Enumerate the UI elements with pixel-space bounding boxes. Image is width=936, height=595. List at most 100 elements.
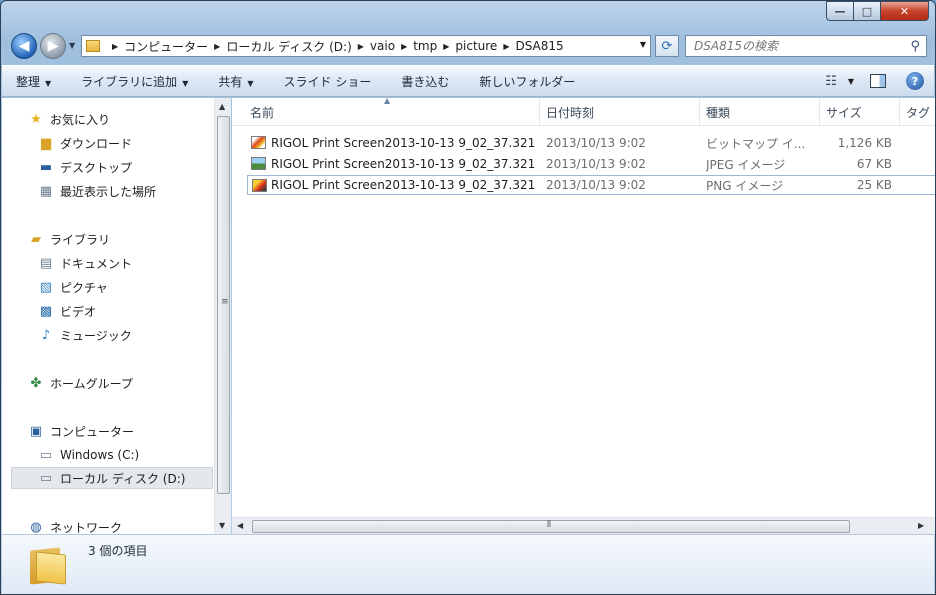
maximize-button[interactable]: □ [854,1,881,21]
file-date: 2013/10/13 9:02 [546,157,646,171]
address-bar[interactable]: ▶ コンピューター ▶ ローカル ディスク (D:) ▶ vaio ▶ tmp … [81,35,651,57]
nav-computer-label: コンピューター [50,424,135,439]
breadcrumb-separator-icon[interactable]: ▶ [443,42,449,51]
item-count: 3 個の項目 [88,544,148,558]
forward-button[interactable]: ▶ [40,33,66,59]
nav-favorites[interactable]: ★ お気に入り [28,108,110,130]
search-box[interactable]: ⚲ [685,35,927,57]
search-input[interactable] [694,39,894,53]
share-label: 共有 [218,74,243,89]
file-row[interactable]: RIGOL Print Screen2013-10-13 9_02_37.321… [247,175,935,195]
recent-places-icon: ▦ [39,183,53,199]
explorer-window: — □ ✕ ◀ ▶ ▼ ▶ コンピューター ▶ ローカル ディスク (D:) ▶… [0,0,936,595]
nav-recent-label: 最近表示した場所 [60,184,157,199]
nav-homegroup[interactable]: ✤ ホームグループ [28,372,133,394]
add-to-library-menu[interactable]: ライブラリに追加 ▼ [81,73,188,90]
nav-videos-label: ビデオ [60,304,97,319]
nav-pictures[interactable]: ▧ ピクチャ [38,276,108,298]
nav-videos[interactable]: ▩ ビデオ [38,300,96,322]
organize-label: 整理 [16,74,41,89]
folder-icon [86,40,100,52]
column-tags[interactable]: タグ [900,98,935,126]
nav-libraries[interactable]: ▰ ライブラリ [28,228,110,250]
scroll-down-icon[interactable]: ▼ [219,521,225,530]
folder-icon [30,545,66,585]
back-button[interactable]: ◀ [11,33,37,59]
refresh-icon: ⟳ [661,38,673,54]
column-header: ▲ 名前 日付時刻 種類 サイズ タグ [232,96,935,126]
scroll-up-icon[interactable]: ▲ [219,102,225,111]
minimize-button[interactable]: — [826,1,854,21]
scroll-left-icon[interactable]: ◀ [237,521,243,530]
arrow-left-icon: ◀ [18,38,30,54]
breadcrumb-separator-icon[interactable]: ▶ [112,42,118,51]
scroll-right-icon[interactable]: ▶ [918,521,924,530]
column-type[interactable]: 種類 [700,98,820,126]
network-icon: ◍ [30,519,42,535]
nav-music[interactable]: ♪ ミュージック [38,324,132,346]
view-dropdown-icon[interactable]: ▼ [848,77,854,86]
scroll-thumb[interactable]: ⦀ [252,520,850,533]
jpeg-icon [251,157,266,170]
nav-music-label: ミュージック [60,328,132,343]
nav-documents[interactable]: ▤ ドキュメント [38,252,132,274]
nav-recent-places[interactable]: ▦ 最近表示した場所 [38,180,156,202]
breadcrumb-drive-d[interactable]: ローカル ディスク (D:) [226,38,351,55]
search-icon[interactable]: ⚲ [910,39,920,54]
computer-icon: ▣ [29,423,43,439]
breadcrumb-separator-icon[interactable]: ▶ [503,42,509,51]
nav-drive-c[interactable]: ▭ Windows (C:) [38,444,139,466]
breadcrumb-dsa815[interactable]: DSA815 [515,39,563,53]
new-folder-button[interactable]: 新しいフォルダー [479,73,575,90]
nav-downloads[interactable]: ▆ ダウンロード [38,132,132,154]
breadcrumb-separator-icon[interactable]: ▶ [358,42,364,51]
nav-documents-label: ドキュメント [60,256,133,271]
downloads-folder-icon: ▆ [41,135,51,151]
column-size[interactable]: サイズ [820,98,900,126]
close-button[interactable]: ✕ [881,1,929,21]
chevron-down-icon: ▼ [247,78,254,88]
navigation-scrollbar[interactable]: ▲ ≡ ▼ [214,98,231,534]
star-icon: ★ [30,111,42,127]
nav-libraries-label: ライブラリ [50,232,111,247]
organize-menu[interactable]: 整理 ▼ [16,73,51,90]
bitmap-icon [251,136,266,149]
file-date: 2013/10/13 9:02 [546,178,646,192]
file-size: 1,126 KB [837,136,892,150]
nav-desktop[interactable]: ▬ デスクトップ [38,156,132,178]
column-date[interactable]: 日付時刻 [540,98,700,126]
refresh-button[interactable]: ⟳ [655,35,679,57]
nav-downloads-label: ダウンロード [60,136,133,151]
caption-buttons: — □ ✕ [826,1,929,21]
file-row[interactable]: RIGOL Print Screen2013-10-13 9_02_37.321… [247,154,935,174]
slideshow-button[interactable]: スライド ショー [284,73,372,90]
burn-button[interactable]: 書き込む [401,73,449,90]
details-pane: 3 個の項目 [2,534,934,594]
add-to-library-label: ライブラリに追加 [81,74,178,89]
grip-icon: ⦀ [547,520,551,530]
nav-computer[interactable]: ▣ コンピューター [28,420,134,442]
chevron-down-icon: ▼ [45,78,52,88]
view-options-icon[interactable]: ☷ [825,74,837,89]
address-dropdown-icon[interactable]: ▼ [640,40,646,49]
breadcrumb-vaio[interactable]: vaio [370,39,395,53]
breadcrumb-computer[interactable]: コンピューター [124,38,208,55]
file-list: ▲ 名前 日付時刻 種類 サイズ タグ RIGOL Print Screen20… [232,96,935,534]
file-type: JPEG イメージ [706,157,786,172]
share-menu[interactable]: 共有 ▼ [218,73,253,90]
video-icon: ▩ [39,303,53,319]
file-row[interactable]: RIGOL Print Screen2013-10-13 9_02_37.321… [247,133,935,153]
scroll-thumb[interactable]: ≡ [217,116,230,494]
column-name[interactable]: 名前 [244,98,540,126]
breadcrumb-separator-icon[interactable]: ▶ [214,42,220,51]
toolbar-right: ☷ ▼ ? [825,72,924,90]
recent-pages-dropdown[interactable]: ▼ [69,41,75,50]
arrow-right-icon: ▶ [47,38,59,54]
nav-drive-d[interactable]: ▭ ローカル ディスク (D:) [11,467,213,489]
horizontal-scrollbar[interactable]: ◀ ⦀ ▶ [232,517,935,534]
breadcrumb-separator-icon[interactable]: ▶ [401,42,407,51]
breadcrumb-tmp[interactable]: tmp [413,39,437,53]
breadcrumb-picture[interactable]: picture [455,39,497,53]
help-icon[interactable]: ? [906,72,924,90]
preview-pane-icon[interactable] [870,74,886,88]
